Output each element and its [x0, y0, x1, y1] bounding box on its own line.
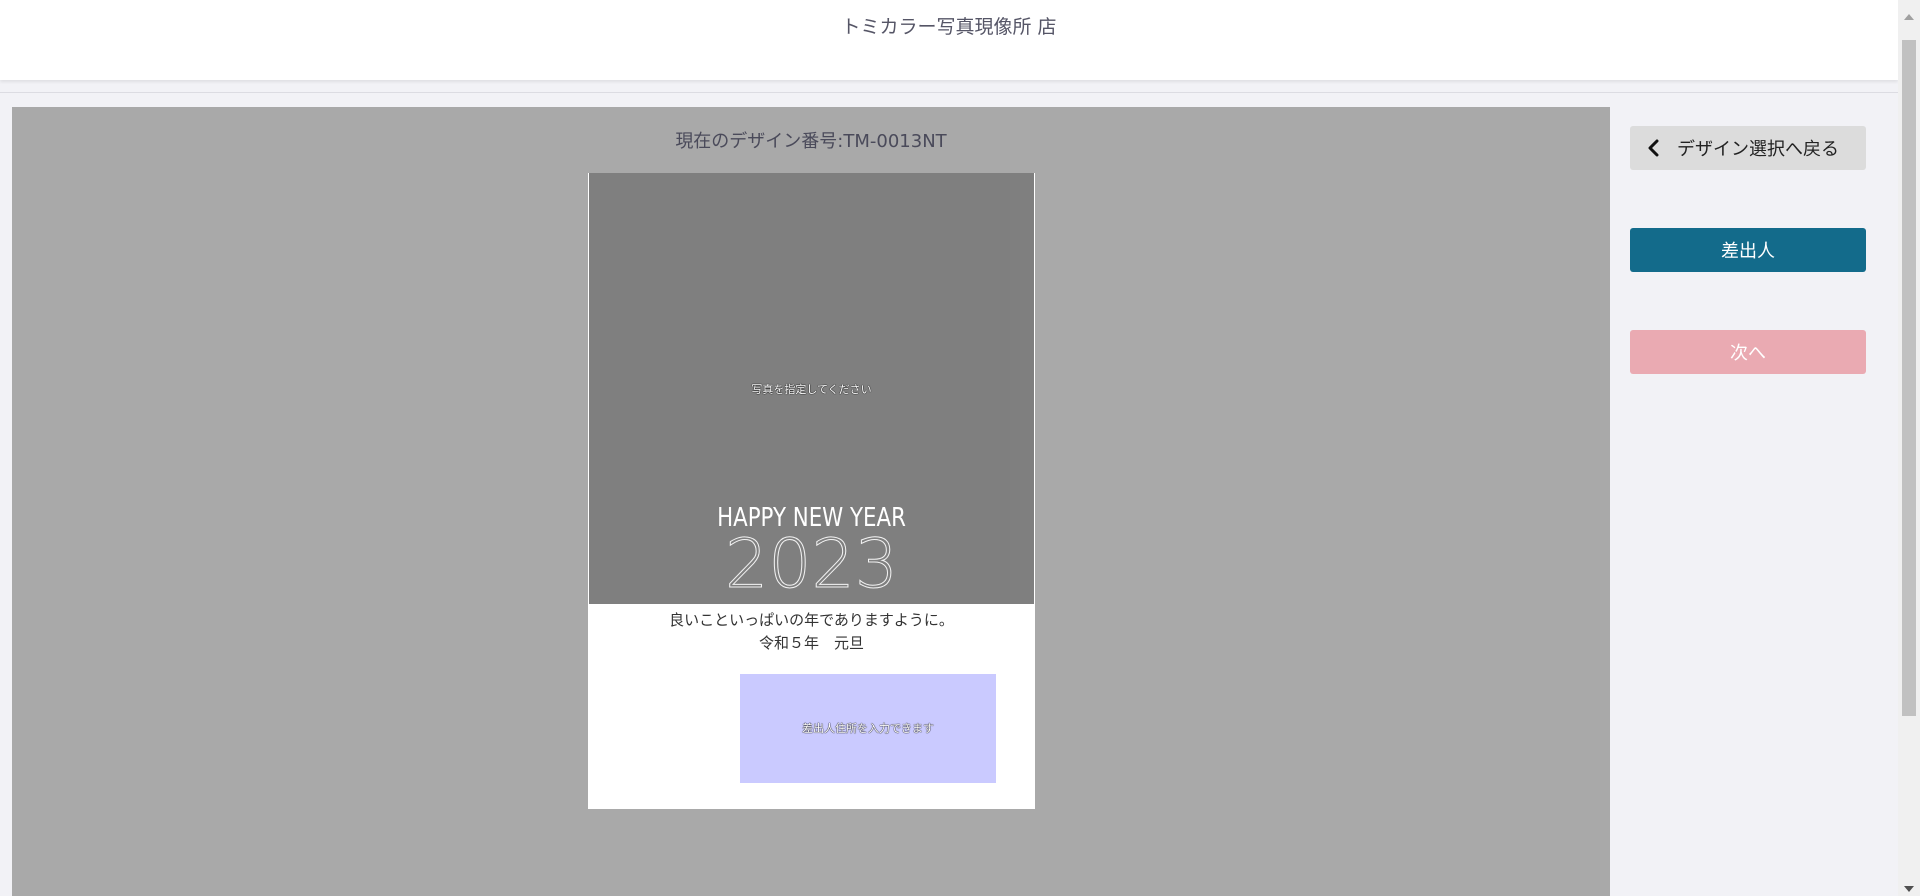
site-header: トミカラー写真現像所 店 — [0, 0, 1898, 80]
design-canvas: 現在のデザイン番号:TM-0013NT 写真を指定してください HAPPY NE… — [12, 107, 1610, 896]
chevron-left-icon — [1648, 139, 1659, 157]
greeting-line-2: 令和５年 元旦 — [758, 634, 864, 652]
photo-drop-area[interactable]: 写真を指定してください HAPPY NEW YEAR 2023 — [589, 173, 1034, 605]
page-scrollbar[interactable] — [1898, 0, 1920, 896]
next-button-label: 次へ — [1730, 343, 1766, 364]
header-divider — [0, 92, 1898, 93]
sender-address-box[interactable]: 差出人住所を入力できます — [740, 674, 996, 783]
sender-button[interactable]: 差出人 — [1630, 228, 1866, 272]
greeting-text: 良いこといっぱいの年でありますように。 令和５年 元旦 — [588, 609, 1035, 655]
year-text: 2023 — [724, 525, 899, 605]
scroll-up-arrow-icon[interactable] — [1904, 14, 1914, 20]
scroll-down-arrow-icon[interactable] — [1904, 886, 1914, 892]
sender-button-label: 差出人 — [1721, 241, 1775, 262]
greeting-line-1: 良いこといっぱいの年でありますように。 — [669, 611, 954, 629]
scroll-thumb[interactable] — [1902, 40, 1916, 716]
store-name: トミカラー写真現像所 店 — [841, 16, 1057, 38]
back-to-design-selection-button[interactable]: デザイン選択へ戻る — [1630, 126, 1866, 170]
next-button[interactable]: 次へ — [1630, 330, 1866, 374]
sender-placeholder-text: 差出人住所を入力できます — [802, 722, 934, 735]
photo-placeholder-text: 写真を指定してください — [751, 383, 872, 396]
design-number-label: 現在のデザイン番号:TM-0013NT — [675, 131, 947, 152]
back-button-label: デザイン選択へ戻る — [1677, 139, 1839, 160]
postcard-preview: 写真を指定してください HAPPY NEW YEAR 2023 良いこといっぱい… — [588, 173, 1035, 809]
